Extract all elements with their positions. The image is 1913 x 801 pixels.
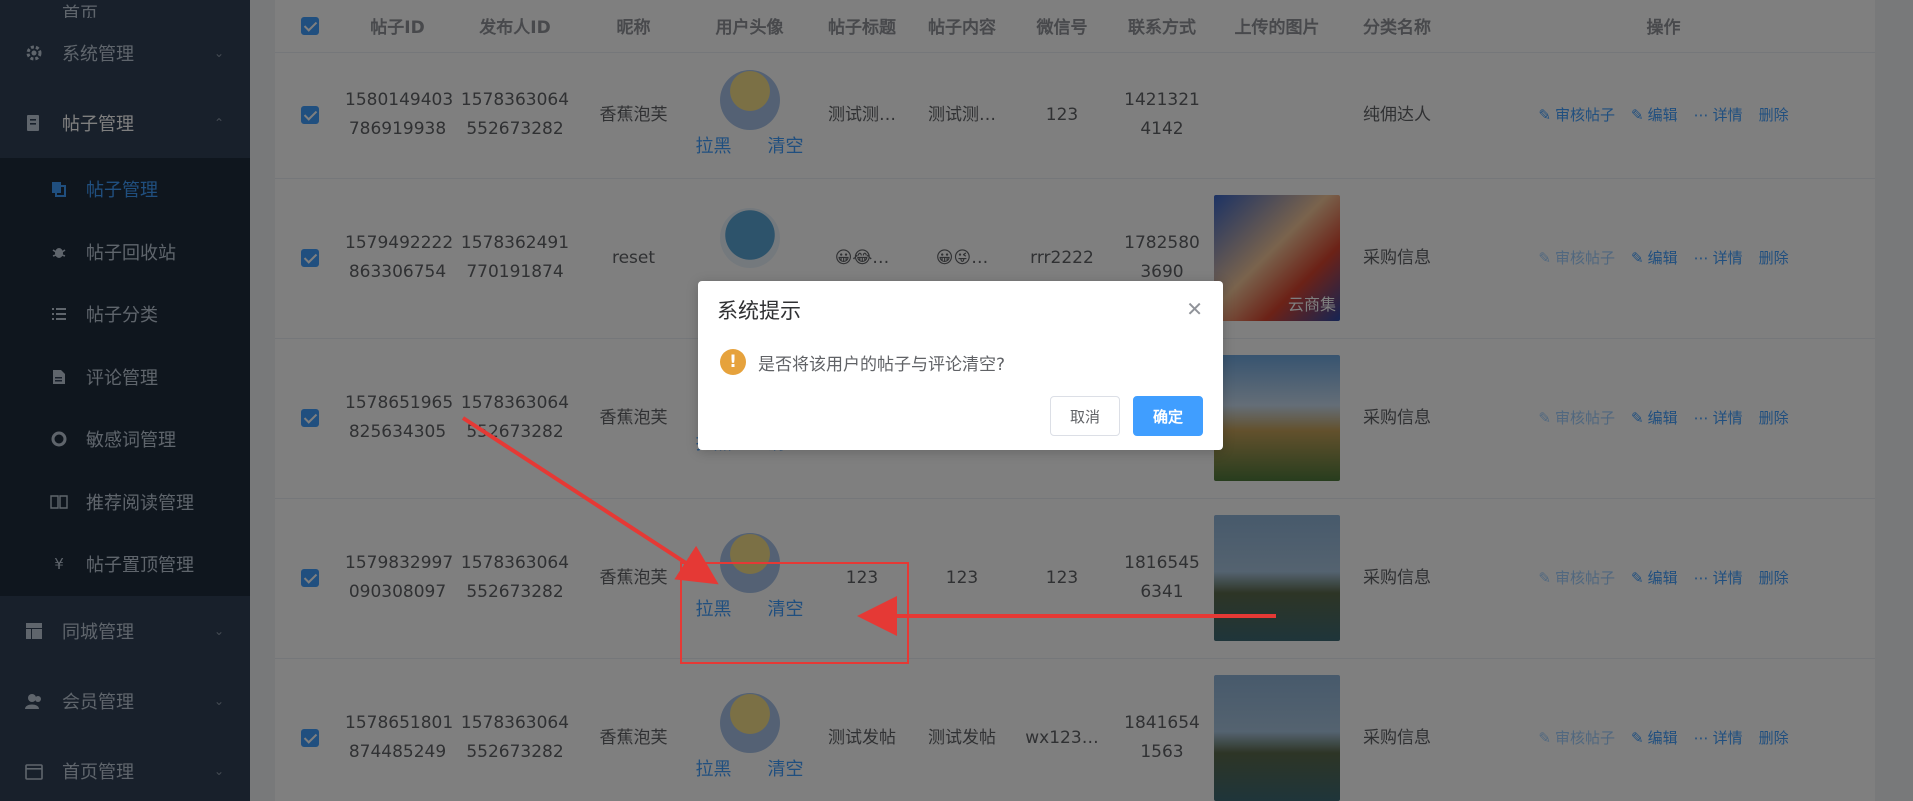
dialog-message-text: 是否将该用户的帖子与评论清空? xyxy=(758,354,1006,375)
confirm-dialog: 系统提示 ✕ ! 是否将该用户的帖子与评论清空? 取消 确定 xyxy=(698,281,1223,450)
dialog-title: 系统提示 xyxy=(717,299,801,323)
close-icon[interactable]: ✕ xyxy=(1186,297,1203,321)
dialog-message: ! 是否将该用户的帖子与评论清空? xyxy=(720,349,1005,375)
annotation-highlight-box xyxy=(680,562,909,664)
warning-icon: ! xyxy=(720,349,746,375)
cancel-button[interactable]: 取消 xyxy=(1050,396,1120,436)
confirm-button[interactable]: 确定 xyxy=(1133,396,1203,436)
